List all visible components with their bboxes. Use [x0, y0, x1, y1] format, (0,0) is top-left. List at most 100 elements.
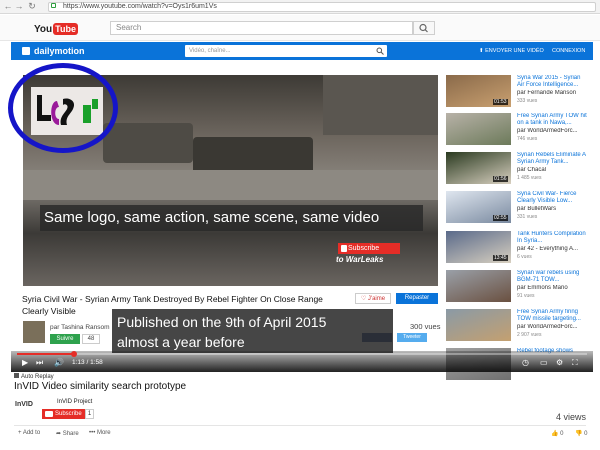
youtube-video-title: InVID Video similarity search prototype [14, 381, 187, 392]
dailymotion-logo[interactable]: dailymotion [34, 46, 85, 56]
related-video-title[interactable]: Syria Civil War- Fierce Clearly Visible … [517, 191, 587, 205]
youtube-search-input[interactable]: Search [110, 21, 413, 35]
related-video-item[interactable]: Syrian war rebels using BGM-71 TOW... par… [446, 270, 586, 307]
related-video-author[interactable]: Chacal [527, 167, 546, 173]
related-video-author[interactable]: BulletWars [527, 206, 556, 212]
address-bar[interactable]: https://www.youtube.com/watch?v=Oys1r6um… [48, 2, 596, 12]
warleaks-label: to WarLeaks [336, 255, 384, 264]
related-video-author-line: par Emmons Mario [517, 285, 587, 291]
settings-icon[interactable]: ⚙ [556, 358, 563, 368]
progress-bar-fill [17, 353, 74, 355]
share-button[interactable]: ➦ Share [56, 430, 79, 437]
dailymotion-search-input[interactable]: Vidéo, chaîne... [185, 45, 387, 57]
related-video-item[interactable]: Free Syrian Army firing TOW missile targ… [446, 309, 586, 346]
more-label: More [96, 430, 111, 436]
related-video-author[interactable]: Fernande Manson [527, 90, 576, 96]
related-video-views: 333 vues [517, 98, 538, 104]
repost-button[interactable]: Repaster [396, 293, 438, 304]
author-avatar[interactable] [23, 321, 45, 343]
related-video-author[interactable]: Emmons Mario [527, 285, 567, 291]
follow-count: 48 [82, 334, 100, 344]
youtube-logo[interactable]: You Tube [34, 22, 78, 36]
annotation-circle [8, 63, 118, 153]
lock-icon [51, 3, 56, 8]
video-scene-wall [323, 75, 438, 135]
login-button[interactable]: CONNEXION [552, 45, 585, 57]
like-count: 0 [560, 431, 564, 437]
dislike-count: 0 [584, 431, 588, 437]
related-video-item[interactable]: 13:45 Tank Hunters Compilation In Syria..… [446, 231, 586, 268]
related-video-title[interactable]: Syria War 2015 - Syrian Air Force Intell… [517, 75, 587, 89]
progress-scrubber[interactable] [71, 351, 77, 357]
channel-logo[interactable]: InVID [15, 401, 35, 417]
reload-icon[interactable]: ↻ [27, 1, 37, 12]
related-video-thumbnail[interactable] [446, 113, 511, 145]
divider [14, 425, 586, 426]
related-video-author-prefix: par [517, 285, 526, 291]
volume-icon[interactable]: 🔊 [54, 358, 64, 368]
add-to-button[interactable]: + Add to [18, 430, 40, 436]
dailymotion-view-count: 300 vues [410, 322, 441, 331]
dislike-thumb-button[interactable]: 👎 0 [575, 430, 587, 437]
more-button[interactable]: ••• More [89, 430, 111, 436]
related-video-views: 331 vues [517, 214, 538, 220]
youtube-play-icon [45, 411, 53, 417]
upload-video-button[interactable]: ⬆ ENVOYER UNE VIDÉO [479, 45, 544, 57]
related-video-views: 1 485 vues [517, 175, 542, 181]
related-video-author[interactable]: WorldArmedForc... [527, 324, 577, 330]
auto-replay-label: Auto Replay [21, 374, 54, 380]
next-icon[interactable]: ⏭ [36, 358, 43, 368]
related-video-title[interactable]: Tank Hunters Compilation In Syria... [517, 231, 587, 245]
video-scene-road [23, 170, 438, 200]
related-video-author-line: par Fernande Manson [517, 90, 587, 96]
related-video-author-prefix: par [517, 206, 526, 212]
author-name[interactable]: Tashina Ransom [61, 324, 109, 331]
related-video-author-line: par WorldArmedForc... [517, 324, 587, 330]
add-to-label: Add to [22, 430, 41, 436]
tweet-button[interactable]: Tweeter [397, 333, 427, 342]
play-icon [341, 245, 347, 252]
watch-later-icon[interactable]: ◷ [522, 358, 529, 368]
related-video-author-prefix: par [517, 246, 526, 252]
related-video-author[interactable]: 42 - Everything A... [527, 246, 578, 252]
like-thumb-button[interactable]: 👍 0 [551, 430, 563, 437]
follow-button[interactable]: Suivre [50, 334, 80, 344]
related-video-author-prefix: par [517, 324, 526, 330]
related-video-title[interactable]: Syrian war rebels using BGM-71 TOW... [517, 270, 587, 284]
youtube-search-button[interactable] [413, 21, 435, 35]
dailymotion-search-icon[interactable] [376, 47, 384, 55]
related-video-author[interactable]: WorldArmedForc... [527, 128, 577, 134]
search-icon [419, 23, 428, 33]
play-button[interactable]: ▶ [22, 358, 28, 368]
related-video-item[interactable]: 02:55 Syria Civil War- Fierce Clearly Vis… [446, 191, 586, 228]
like-button[interactable]: ♡ J'aime [355, 293, 391, 304]
thumbs-up-icon: 👍 [551, 431, 561, 437]
share-icon: ➦ [56, 431, 63, 437]
related-video-thumbnail[interactable] [446, 270, 511, 302]
youtube-view-count: 4 views [556, 412, 587, 422]
related-video-duration: 13:45 [493, 255, 508, 261]
channel-name[interactable]: InVID Project [57, 399, 92, 405]
related-video-item[interactable]: 01:56 Syrian Rebels Eliminate A Syrian Ar… [446, 152, 586, 189]
related-video-title[interactable]: Syrian Rebels Eliminate A Syrian Army Ta… [517, 152, 587, 166]
back-icon[interactable]: ← [3, 1, 13, 12]
related-video-views: 746 vues [517, 136, 538, 142]
related-video-title[interactable]: Free Syrian Army TOW hit on a tank in Na… [517, 113, 587, 127]
related-video-views: 2 907 vues [517, 332, 542, 338]
related-video-item[interactable]: Free Syrian Army TOW hit on a tank in Na… [446, 113, 587, 150]
related-video-author-prefix: par [517, 128, 526, 134]
forward-icon[interactable]: → [14, 1, 24, 12]
progress-bar[interactable] [17, 353, 587, 355]
fullscreen-icon[interactable]: ⛶ [572, 358, 578, 368]
related-video-title[interactable]: Free Syrian Army firing TOW missile targ… [517, 309, 587, 323]
share-label: Share [62, 431, 79, 437]
related-video-views: 6 vues [517, 254, 532, 260]
related-video-thumbnail[interactable] [446, 309, 511, 341]
captions-icon[interactable]: ▭ [540, 358, 548, 368]
related-video-duration: 02:55 [493, 215, 508, 221]
subscriber-count: 1 [85, 409, 94, 419]
related-video-author-line: par Chacal [517, 167, 587, 173]
auto-replay-toggle[interactable]: Auto Replay [14, 373, 54, 380]
warleaks-subscribe-button[interactable]: Subscribe [338, 243, 400, 254]
related-video-item[interactable]: 01:53 Syria War 2015 - Syrian Air Force I… [446, 75, 586, 112]
